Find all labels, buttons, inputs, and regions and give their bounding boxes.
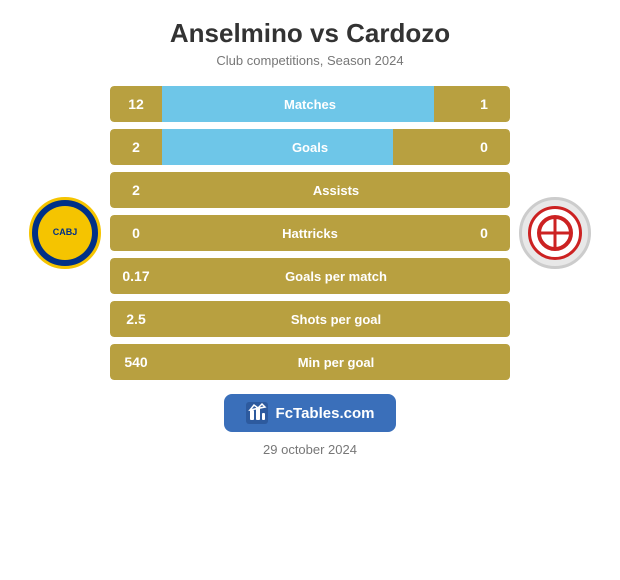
page-title: Anselmino vs Cardozo	[170, 18, 450, 49]
team-logo-right	[510, 197, 600, 269]
stat-bar-hattricks: Hattricks	[162, 215, 458, 251]
page-subtitle: Club competitions, Season 2024	[216, 53, 403, 68]
stat-left-gpm: 0.17	[110, 258, 162, 294]
stat-row-matches: 12 Matches 1	[110, 86, 510, 122]
stat-row-assists: 2 Assists	[110, 172, 510, 208]
footer-date: 29 october 2024	[263, 442, 357, 457]
stat-label-mpg: Min per goal	[162, 355, 510, 370]
stat-label-spg: Shots per goal	[162, 312, 510, 327]
stat-row-hattricks: 0 Hattricks 0	[110, 215, 510, 251]
stat-label-matches: Matches	[162, 97, 458, 112]
stat-left-mpg: 540	[110, 344, 162, 380]
fctables-icon	[246, 402, 268, 424]
stat-left-assists: 2	[110, 172, 162, 208]
stat-bar-gpm: Goals per match	[162, 258, 510, 294]
stat-right-hattricks: 0	[458, 215, 510, 251]
stat-label-hattricks: Hattricks	[162, 226, 458, 241]
boca-logo-text: CABJ	[53, 228, 78, 238]
stat-row-goals-per-match: 0.17 Goals per match	[110, 258, 510, 294]
stat-label-gpm: Goals per match	[162, 269, 510, 284]
stat-row-min-per-goal: 540 Min per goal	[110, 344, 510, 380]
team-logo-left: CABJ	[20, 197, 110, 269]
stat-bar-spg: Shots per goal	[162, 301, 510, 337]
stat-bar-assists: Assists	[162, 172, 510, 208]
stat-right-goals: 0	[458, 129, 510, 165]
stat-left-spg: 2.5	[110, 301, 162, 337]
stat-row-goals: 2 Goals 0	[110, 129, 510, 165]
watermark-badge: FcTables.com	[224, 394, 397, 432]
stat-right-matches: 1	[458, 86, 510, 122]
stat-row-shots-per-goal: 2.5 Shots per goal	[110, 301, 510, 337]
stats-column: 12 Matches 1 2 Goals 0 2	[110, 86, 510, 380]
stat-left-hattricks: 0	[110, 215, 162, 251]
stat-bar-goals: Goals	[162, 129, 458, 165]
stat-bar-matches: Matches	[162, 86, 458, 122]
stat-label-assists: Assists	[162, 183, 510, 198]
stat-label-goals: Goals	[162, 140, 458, 155]
stat-left-matches: 12	[110, 86, 162, 122]
stat-bar-mpg: Min per goal	[162, 344, 510, 380]
watermark-text: FcTables.com	[276, 405, 375, 422]
stat-left-goals: 2	[110, 129, 162, 165]
